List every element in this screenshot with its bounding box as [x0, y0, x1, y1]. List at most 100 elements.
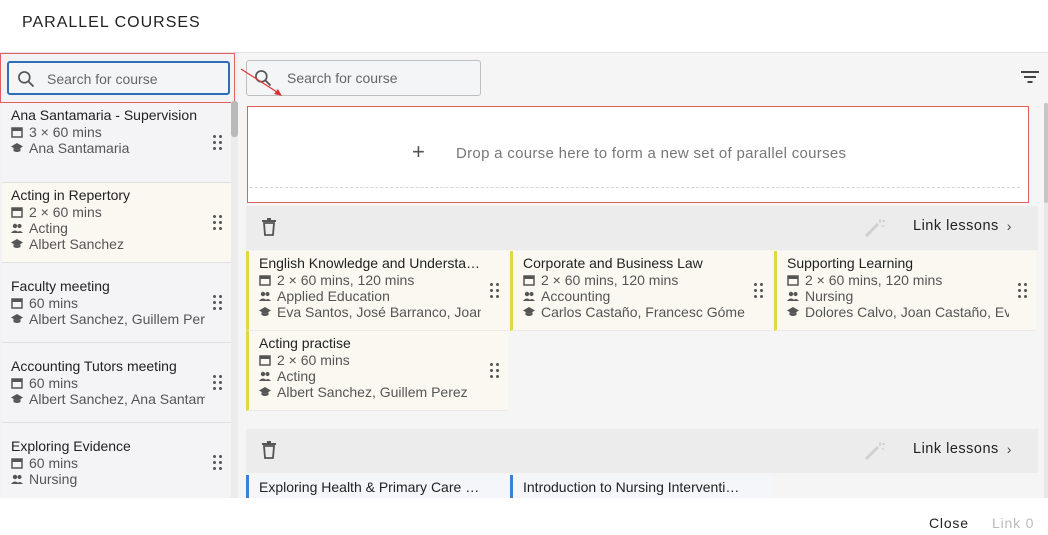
parallel-course-card[interactable]: Exploring Health & Primary Care Services [246, 475, 508, 498]
right-scrollbar-thumb[interactable] [1044, 103, 1048, 203]
calendar-icon [523, 275, 535, 286]
magic-wand-icon[interactable] [864, 441, 886, 461]
course-group-text: Applied Education [277, 288, 390, 304]
drag-handle-icon[interactable] [754, 283, 764, 299]
drop-zone-inner: + Drop a course here to form a new set o… [250, 111, 1020, 188]
course-card[interactable]: Faculty meeting 60 mins Albert Sanchez, … [2, 263, 231, 343]
left-search-placeholder: Search for course [47, 71, 158, 87]
drag-handle-icon[interactable] [490, 363, 500, 379]
course-sessions-text: 60 mins [29, 455, 79, 471]
drag-handle-icon[interactable] [213, 215, 223, 231]
drag-handle-icon[interactable] [213, 135, 223, 151]
drop-zone-text: Drop a course here to form a new set of … [456, 145, 847, 162]
parallel-course-card[interactable]: Corporate and Business Law 2 × 60 mins, … [510, 251, 772, 331]
link-button[interactable]: Link 0 [992, 515, 1034, 531]
course-list-panel: Search for course Ana Santamaria - Super… [0, 52, 238, 498]
parallel-course-card[interactable]: Acting practise 2 × 60 mins Acting Alber… [246, 331, 508, 411]
graduation-cap-icon [11, 394, 23, 403]
drag-handle-icon[interactable] [213, 295, 223, 311]
course-people: Albert Sanchez [11, 236, 205, 252]
drop-zone[interactable]: + Drop a course here to form a new set o… [247, 106, 1029, 203]
course-people-text: Albert Sanchez [29, 236, 124, 252]
annotation-arrow [240, 68, 282, 96]
group-icon [259, 371, 271, 381]
course-name: English Knowledge and Understanding [259, 255, 481, 271]
trash-icon[interactable] [262, 441, 276, 459]
drag-handle-icon[interactable] [213, 455, 223, 471]
course-sessions: 2 × 60 mins [259, 352, 481, 368]
course-name: Exploring Health & Primary Care Services [259, 479, 481, 495]
left-scrollbar-thumb[interactable] [231, 101, 238, 137]
dialog-title: PARALLEL COURSES [22, 14, 201, 31]
course-people-text: Dolores Calvo, Joan Castaño, Eva Santos [805, 304, 1009, 320]
course-name: Supporting Learning [787, 255, 914, 271]
course-sessions-text: 2 × 60 mins, 120 mins [277, 272, 415, 288]
trash-icon[interactable] [262, 218, 276, 236]
course-group: Acting [11, 220, 205, 236]
magic-wand-icon[interactable] [864, 218, 886, 238]
course-group: Nursing [11, 471, 205, 487]
course-card[interactable]: Exploring Evidence 60 mins Nursing [2, 423, 231, 498]
course-people-text: Albert Sanchez, Ana Santamaria [29, 391, 205, 407]
course-sessions: 2 × 60 mins, 120 mins [259, 272, 481, 288]
drag-handle-icon[interactable] [1018, 283, 1028, 299]
right-search-placeholder: Search for course [287, 70, 398, 86]
group-icon [11, 223, 23, 233]
left-search-highlight: Search for course [0, 53, 235, 103]
link-lessons-label: Link lessons [913, 218, 999, 234]
course-people: Albert Sanchez, Ana Santamaria [11, 391, 205, 407]
course-people-text: Eva Santos, José Barranco, Joan Castaño [277, 304, 481, 320]
course-people-text: Carlos Castaño, Francesc Gómez [541, 304, 745, 320]
search-icon [18, 71, 35, 88]
close-button[interactable]: Close [929, 515, 969, 531]
course-name: Introduction to Nursing Interventions [523, 479, 745, 495]
course-sessions: 2 × 60 mins, 120 mins [523, 272, 745, 288]
left-scrollbar[interactable] [231, 101, 238, 498]
course-sessions: 2 × 60 mins, 120 mins [787, 272, 1009, 288]
course-people-text: Ana Santamaria [29, 140, 130, 156]
course-group: Applied Education [259, 288, 481, 304]
course-people: Albert Sanchez, Guillem Perez [11, 311, 205, 327]
right-scrollbar[interactable] [1044, 103, 1048, 498]
link-lessons-button[interactable]: Link lessons › [913, 218, 1012, 234]
graduation-cap-icon [259, 307, 271, 316]
course-sessions-text: 3 × 60 mins [29, 124, 102, 140]
parallel-course-card[interactable]: English Knowledge and Understanding 2 × … [246, 251, 508, 331]
left-search-input[interactable]: Search for course [7, 61, 230, 95]
course-sessions: 60 mins [11, 455, 205, 471]
parallel-group: Link lessons › English Knowledge and Und… [246, 206, 1038, 411]
group-header: Link lessons › [246, 429, 1038, 473]
link-lessons-button[interactable]: Link lessons › [913, 441, 1012, 457]
course-group: Nursing [787, 288, 1009, 304]
filter-icon[interactable] [1020, 69, 1040, 85]
course-sessions-text: 2 × 60 mins [29, 204, 102, 220]
course-group-text: Nursing [29, 471, 78, 487]
parallel-course-card[interactable]: Supporting Learning 2 × 60 mins, 120 min… [774, 251, 1036, 331]
graduation-cap-icon [11, 314, 23, 323]
calendar-icon [787, 275, 799, 286]
course-people-text: Albert Sanchez, Guillem Perez [277, 384, 468, 400]
course-sessions-text: 2 × 60 mins, 120 mins [541, 272, 679, 288]
course-name: Exploring Evidence [11, 438, 131, 454]
course-name: Acting in Repertory [11, 187, 131, 203]
graduation-cap-icon [523, 307, 535, 316]
course-people: Carlos Castaño, Francesc Gómez [523, 304, 745, 320]
link-lessons-label: Link lessons [913, 441, 999, 457]
course-card[interactable]: Accounting Tutors meeting 60 mins Albert… [2, 343, 231, 423]
drag-handle-icon[interactable] [490, 283, 500, 299]
course-list: Ana Santamaria - Supervision 3 × 60 mins… [0, 103, 231, 498]
calendar-icon [259, 355, 271, 366]
calendar-icon [11, 378, 23, 389]
drag-handle-icon[interactable] [213, 375, 223, 391]
course-name: Ana Santamaria - Supervision [11, 107, 197, 123]
group-icon [259, 291, 271, 301]
parallel-course-card[interactable]: Introduction to Nursing Interventions [510, 475, 772, 498]
parallel-group: Link lessons › Exploring Health & Primar… [246, 429, 1038, 498]
course-people: Albert Sanchez, Guillem Perez [259, 384, 481, 400]
graduation-cap-icon [11, 143, 23, 152]
course-card[interactable]: Ana Santamaria - Supervision 3 × 60 mins… [2, 103, 231, 183]
calendar-icon [11, 298, 23, 309]
course-group-text: Accounting [541, 288, 611, 304]
course-sessions-text: 60 mins [29, 375, 79, 391]
course-card[interactable]: Acting in Repertory 2 × 60 mins Acting A… [2, 183, 231, 263]
